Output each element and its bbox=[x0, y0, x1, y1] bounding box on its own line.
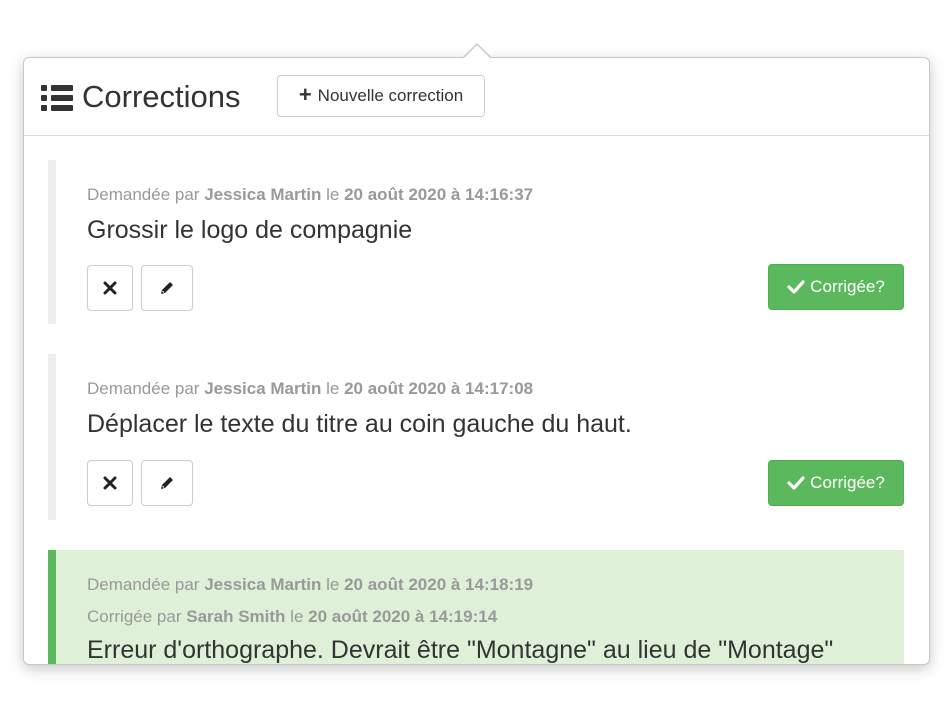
mark-corrected-button[interactable]: Corrigée? bbox=[768, 460, 904, 506]
corrected-meta: Corrigée par Sarah Smith le 20 août 2020… bbox=[87, 607, 498, 626]
requested-date: 20 août 2020 à 14:18:19 bbox=[344, 575, 534, 594]
correction-item: Demandée par Jessica Martin le 20 août 2… bbox=[48, 354, 904, 520]
edit-button[interactable] bbox=[141, 460, 193, 506]
requested-date: 20 août 2020 à 14:16:37 bbox=[344, 185, 534, 204]
popover-header: Corrections + Nouvelle correction bbox=[24, 58, 929, 136]
corrector-name: Sarah Smith bbox=[186, 607, 286, 626]
requested-date: 20 août 2020 à 14:17:08 bbox=[344, 379, 534, 398]
close-icon bbox=[103, 476, 117, 490]
mark-corrected-button[interactable]: Corrigée? bbox=[768, 264, 904, 310]
corrections-popover: Corrections + Nouvelle correction Demand… bbox=[23, 57, 930, 665]
requested-meta: Demandée par Jessica Martin le 20 août 2… bbox=[87, 575, 534, 594]
requester-name: Jessica Martin bbox=[204, 575, 322, 594]
list-icon bbox=[41, 85, 73, 111]
corrected-date: 20 août 2020 à 14:19:14 bbox=[308, 607, 498, 626]
requester-name: Jessica Martin bbox=[204, 379, 322, 398]
check-icon bbox=[787, 280, 805, 294]
close-icon bbox=[103, 281, 117, 295]
edit-button[interactable] bbox=[141, 265, 193, 311]
requested-meta: Demandée par Jessica Martin le 20 août 2… bbox=[87, 185, 534, 204]
correction-item: Demandée par Jessica Martin le 20 août 2… bbox=[48, 160, 904, 324]
new-correction-button[interactable]: + Nouvelle correction bbox=[277, 75, 485, 117]
pencil-icon bbox=[161, 477, 173, 489]
plus-icon: + bbox=[298, 82, 312, 107]
requested-meta: Demandée par Jessica Martin le 20 août 2… bbox=[87, 379, 534, 398]
correction-item-corrected: Demandée par Jessica Martin le 20 août 2… bbox=[48, 550, 904, 664]
correction-text: Erreur d'orthographe. Devrait être "Mont… bbox=[87, 636, 834, 664]
correction-text: Grossir le logo de compagnie bbox=[87, 216, 413, 244]
correction-text: Déplacer le texte du titre au coin gauch… bbox=[87, 410, 632, 438]
popover-arrow-inner bbox=[463, 45, 491, 59]
delete-button[interactable] bbox=[87, 265, 133, 311]
pencil-icon bbox=[161, 282, 173, 294]
requester-name: Jessica Martin bbox=[204, 185, 322, 204]
delete-button[interactable] bbox=[87, 460, 133, 506]
new-correction-label: Nouvelle correction bbox=[317, 86, 464, 105]
popover-title: Corrections bbox=[82, 79, 241, 114]
corrections-list[interactable]: Demandée par Jessica Martin le 20 août 2… bbox=[24, 136, 929, 664]
check-icon bbox=[787, 476, 805, 490]
